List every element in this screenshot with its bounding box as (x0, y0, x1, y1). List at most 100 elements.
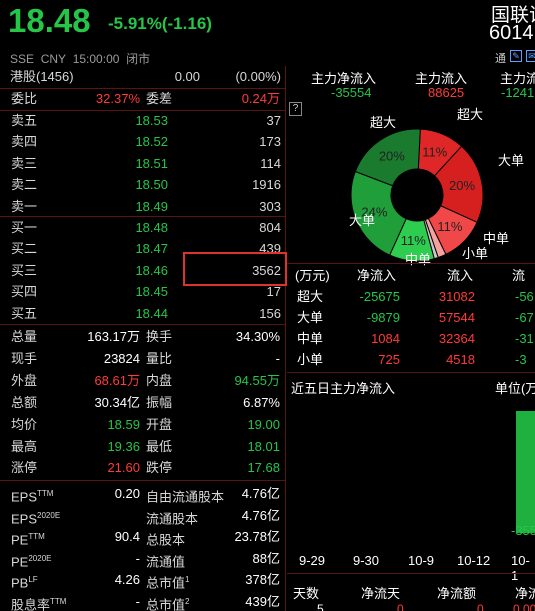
bids-level-label: 买二 (11, 241, 38, 257)
stat-label: 总量 (11, 329, 38, 344)
header-tools: 通 ✎ ✉ (495, 50, 535, 66)
turnover-highlight (183, 252, 287, 286)
stat-value: 23824 (103, 350, 140, 366)
flow-row-label: 小单 (297, 352, 324, 367)
asks-level-label: 卖四 (11, 134, 38, 150)
fund-value: 4.76亿 (241, 486, 280, 501)
edit-icon[interactable]: ✎ (510, 50, 522, 62)
hk-pct: (0.00%) (235, 69, 281, 84)
fundamental-row: 股息率TTM - 总市值2 439亿 (0, 591, 286, 611)
fund-value: - (135, 594, 140, 609)
stat-value: 19.00 (247, 416, 280, 432)
fund-label-text: EPS (11, 510, 38, 526)
stat-label: 现手 (11, 350, 38, 366)
hk-value: 0.00 (174, 69, 200, 84)
fundamental-row: PBLF 4.26 总市值1 378亿 (0, 569, 286, 591)
stat-row: 涨停 21.60 跌停 17.68 (0, 457, 286, 479)
stat-row: 总量 163.17万 换手 34.30% (0, 326, 286, 348)
asks-level-volume: 114 (260, 155, 281, 171)
main-inflow-value: 88625 (428, 85, 465, 100)
pie-label-super-green: 超大 (370, 115, 397, 130)
five-day-bar-label: -355 (511, 523, 535, 538)
days-col-days: 天数 (293, 586, 320, 601)
bids-level-row[interactable]: 买一 18.48 804 (0, 217, 286, 239)
stat-value: 18.59 (107, 416, 140, 432)
hk-row[interactable]: 港股(1456) 0.00 (0.00%) (0, 66, 286, 88)
flow-table-row: 大单 -9879 57544 -67 (287, 307, 535, 328)
flow-row-net: -9879 (366, 310, 400, 325)
five-day-unit: 单位(万 (495, 381, 535, 396)
stat-row: 均价 18.59 开盘 19.00 (0, 414, 286, 436)
asks-level-row[interactable]: 卖四 18.52 173 (0, 131, 286, 153)
fund-label-sup: 2020E (37, 510, 61, 520)
days-cell: 0 (477, 602, 484, 611)
stat-row: 最高 19.36 最低 18.01 (0, 436, 286, 458)
bids-level-price: 18.45 (135, 284, 168, 300)
stat-label: 均价 (11, 416, 38, 432)
bids-level-price: 18.44 (135, 305, 168, 321)
pie-label-super-red: 超大 (457, 107, 484, 122)
mail-icon[interactable]: ✉ (526, 50, 535, 62)
asks-level-row[interactable]: 卖三 18.51 114 (0, 153, 286, 175)
last-price: 18.48 (8, 2, 91, 39)
days-col-netamount: 净流额 (437, 586, 477, 601)
asks-level-row[interactable]: 卖五 18.53 37 (0, 110, 286, 132)
stat-value: 94.55万 (234, 372, 280, 388)
main-outflow-value: -1241 (501, 85, 535, 100)
pie-slice-pct: 20% (379, 148, 405, 163)
bids-level-volume: 804 (259, 220, 281, 235)
stat-label: 开盘 (146, 416, 173, 432)
bids-level-label: 买四 (11, 284, 38, 300)
quote-time: 15:00:00 (72, 52, 120, 66)
stat-value: 68.61万 (94, 372, 140, 388)
weibi-label: 委比 (11, 91, 38, 106)
tong-icon[interactable]: 通 (495, 50, 506, 66)
divider (0, 480, 286, 481)
weicha-label: 委差 (146, 91, 173, 106)
flow-row-out: -3 (515, 352, 527, 367)
stat-value: 6.87% (243, 394, 280, 410)
stat-label: 换手 (146, 329, 173, 344)
stock-code: 6014 (489, 22, 534, 44)
fund-value: 23.78亿 (234, 529, 280, 545)
days-cell: 5 (317, 602, 324, 611)
flow-row-out: -56 (515, 289, 534, 304)
flow-row-in: 31082 (438, 289, 475, 304)
five-day-bar (516, 411, 535, 533)
pie-slice-pct: 11% (437, 219, 462, 234)
asks-level-volume: 173 (259, 134, 281, 150)
fund-value: 4.76亿 (241, 507, 280, 523)
asks-level-row[interactable]: 卖一 18.49 303 (0, 196, 286, 218)
stat-value: 17.68 (247, 460, 280, 476)
stat-value: 30.34亿 (94, 394, 140, 410)
stat-value: 34.30% (235, 329, 280, 344)
days-col-netdays: 净流天 (361, 586, 401, 601)
flow-row-net: -25675 (359, 289, 400, 304)
flow-row-net: 725 (378, 352, 400, 367)
asks-level-label: 卖三 (11, 155, 38, 171)
asks-level-row[interactable]: 卖二 18.50 1916 (0, 174, 286, 196)
fundamental-row: EPSTTM 0.20 自由流通股本 4.76亿 (0, 483, 286, 505)
fund-label-text: 自由流通股本 (146, 489, 225, 505)
five-day-date: 10-12 (457, 553, 491, 568)
flow-table-row: 小单 725 4518 -3 (287, 349, 535, 370)
order-book-panel: 港股(1456) 0.00 (0.00%) 委比 32.37% 委差 0.24万… (0, 66, 286, 611)
flow-table-col: 净流入 (357, 268, 397, 283)
quote-header: 18.48 -5.91%(-1.16) SSE CNY 15:00:00 闭市 … (0, 0, 535, 66)
stat-label: 量比 (146, 350, 173, 366)
fund-label-text: 总市值 (146, 575, 186, 591)
bids-level-price: 18.46 (135, 262, 168, 278)
fund-label-text: 流通股本 (146, 510, 199, 526)
days-cell: 0 (397, 602, 404, 611)
stat-value: 21.60 (107, 460, 140, 476)
fund-label-text: EPS (11, 489, 38, 505)
stat-label: 最低 (146, 438, 173, 454)
fundamental-row: EPS2020E 流通股本 4.76亿 (0, 505, 286, 527)
fund-label: 总市值2 (146, 591, 189, 611)
bids-level-row[interactable]: 买五 18.44 156 (0, 303, 286, 325)
weibi-value: 32.37% (95, 91, 140, 106)
flow-table-header: (万元) 净流入 流入 流 (287, 265, 535, 286)
asks-level-price: 18.51 (135, 155, 168, 171)
stat-label: 最高 (11, 438, 38, 454)
bids-level-price: 18.47 (135, 241, 168, 257)
